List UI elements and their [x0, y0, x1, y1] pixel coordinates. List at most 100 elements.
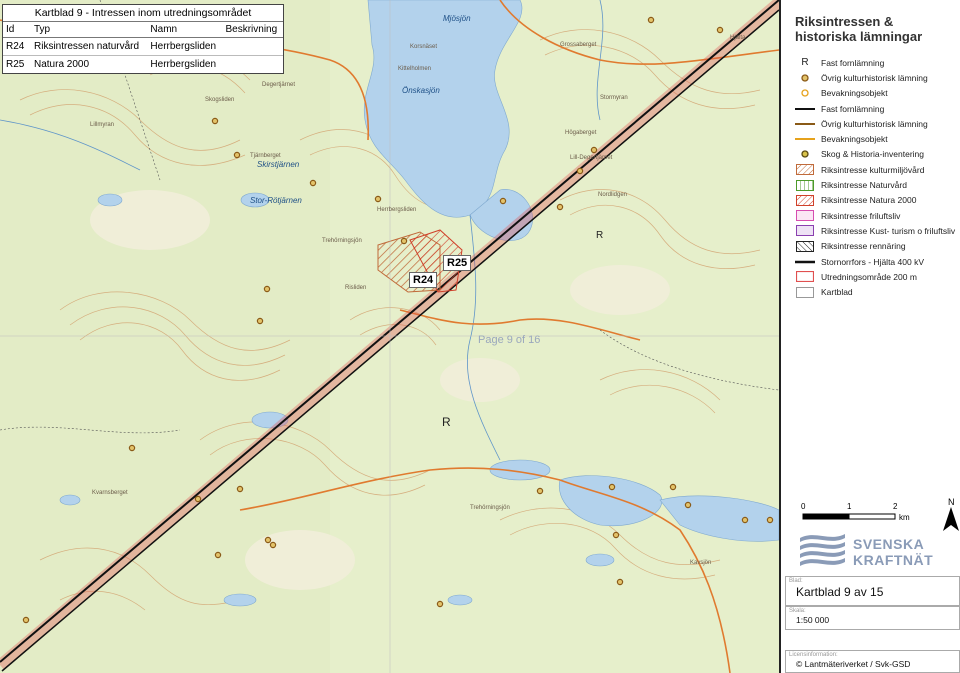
- legend-label: Stornorrfors - Hjälta 400 kV: [821, 256, 924, 267]
- scale-unit: km: [899, 513, 910, 522]
- black-hatch-icon: [795, 240, 815, 252]
- legend-list: R Fast fornlämning Övrig kulturhistorisk…: [795, 55, 960, 300]
- legend-label: Riksintresse friluftsliv: [821, 210, 901, 221]
- area-label-r24[interactable]: R24: [409, 272, 438, 288]
- cell-namn: Herrbergsliden: [147, 37, 223, 56]
- scale-tick-0: 0: [801, 502, 806, 511]
- logo-text-line1: SVENSKA: [853, 536, 925, 552]
- place-label: Tjärnberget: [250, 153, 281, 159]
- cell-beskrivning: [222, 55, 283, 73]
- legend-label: Riksintresse Naturvård: [821, 180, 907, 191]
- svg-text:R: R: [442, 415, 451, 429]
- lake-label: Önskasjön: [402, 86, 440, 95]
- legend-item: Riksintresse Kust- turism o friluftsliv: [795, 223, 960, 238]
- lake-label: Stor-Rötjärnen: [250, 196, 302, 205]
- place-label: Stormyran: [600, 95, 628, 101]
- legend-label: Riksintresse rennäring: [821, 241, 906, 252]
- r-symbol-icon: R: [801, 57, 809, 69]
- legend-item: Utredningsområde 200 m: [795, 269, 960, 284]
- olive-dot-icon: [795, 148, 815, 160]
- north-label: N: [948, 497, 955, 507]
- legend-label: Riksintresse Kust- turism o friluftsliv: [821, 225, 956, 236]
- svenska-kraftnat-logo: SVENSKA KRAFTNÄT: [795, 530, 950, 575]
- brown-hatch-icon: [795, 164, 815, 176]
- col-header-typ: Typ: [31, 22, 148, 38]
- place-label: Lill-Degertjärnet: [570, 155, 613, 161]
- place-label: Kvarnsberget: [92, 490, 128, 496]
- legend-item: Skog & Historia-inventering: [795, 147, 960, 162]
- sheet-block: Blad: Kartblad 9 av 15: [785, 576, 960, 606]
- place-label: Skogsliden: [205, 97, 235, 103]
- scale-value: 1:50 000: [796, 615, 830, 625]
- legend-title-line2: historiska lämningar: [795, 29, 923, 44]
- lake-label: Skirstjärnen: [257, 160, 300, 169]
- map-canvas[interactable]: R R Önskasjön Mjösjön Skirstjärnen Stor-…: [0, 0, 779, 673]
- place-label: Nordlidgen: [598, 192, 628, 198]
- license-value: © Lantmäteriverket / Svk-GSD: [796, 659, 911, 669]
- legend-label: Utredningsområde 200 m: [821, 271, 917, 282]
- legend-item: Fast fornlämning: [795, 101, 960, 116]
- cell-id: R24: [3, 37, 31, 56]
- legend-item: R Fast fornlämning: [795, 55, 960, 70]
- legend-item: Riksintresse rennäring: [795, 239, 960, 254]
- legend-item: Riksintresse Natura 2000: [795, 193, 960, 208]
- area-label-r25[interactable]: R25: [443, 255, 472, 271]
- legend-label: Skog & Historia-inventering: [821, 149, 924, 160]
- purple-box-icon: [795, 225, 815, 237]
- cell-namn: Herrbergsliden: [147, 55, 223, 73]
- table-title: Kartblad 9 - Intressen inom utredningsom…: [3, 5, 283, 22]
- legend-item: Bevakningsobjekt: [795, 131, 960, 146]
- legend-item: Riksintresse friluftsliv: [795, 208, 960, 223]
- powerline-icon: [795, 256, 815, 268]
- scale-tick-1: 1: [847, 502, 852, 511]
- map-sheet: R R Önskasjön Mjösjön Skirstjärnen Stor-…: [0, 0, 960, 673]
- brown-line-icon: [795, 118, 815, 130]
- place-label: Kittelholmen: [398, 66, 432, 72]
- table-row[interactable]: R24 Riksintressen naturvård Herrbergslid…: [3, 37, 283, 56]
- legend-item: Riksintresse Naturvård: [795, 177, 960, 192]
- logo-text-line2: KRAFTNÄT: [853, 552, 934, 568]
- col-header-beskrivning: Beskrivning: [222, 22, 283, 38]
- legend-label: Fast fornlämning: [821, 103, 885, 114]
- legend-item: Stornorrfors - Hjälta 400 kV: [795, 254, 960, 269]
- scale-tick-2: 2: [893, 502, 898, 511]
- cell-id: R25: [3, 55, 31, 73]
- license-block: Licensinformation: © Lantmäteriverket / …: [785, 650, 960, 673]
- logo-waves-icon: [800, 534, 845, 566]
- col-header-id: Id: [3, 22, 31, 38]
- svg-text:R: R: [596, 230, 603, 241]
- legend-label: Riksintresse kulturmiljövård: [821, 164, 925, 175]
- red-box-icon: [795, 271, 815, 283]
- place-label: Korsnäset: [410, 44, 438, 50]
- map-graphics: R R: [0, 0, 779, 673]
- place-label: Grossaberget: [560, 42, 597, 48]
- place-label: Lillmyran: [90, 122, 115, 128]
- orange-line-icon: [795, 133, 815, 145]
- legend-item: Riksintresse kulturmiljövård: [795, 162, 960, 177]
- legend-item: Övrig kulturhistorisk lämning: [795, 116, 960, 131]
- place-label: Trehörningsjön: [470, 505, 510, 511]
- orange-dot-icon: [795, 87, 815, 99]
- table-row[interactable]: R25 Natura 2000 Herrbergsliden: [3, 55, 283, 73]
- cell-typ: Natura 2000: [31, 55, 148, 73]
- legend-label: Riksintresse Natura 2000: [821, 195, 917, 206]
- page-watermark: Page 9 of 16: [478, 334, 541, 346]
- legend-title: Riksintressen & historiska lämningar: [795, 14, 922, 44]
- interest-table: Kartblad 9 - Intressen inom utredningsom…: [2, 4, 284, 74]
- place-label: Kavsjön: [690, 560, 712, 566]
- col-header-namn: Namn: [147, 22, 223, 38]
- license-label: Licensinformation:: [789, 652, 838, 658]
- legend-label: Bevakningsobjekt: [821, 88, 888, 99]
- red-hatch-icon: [795, 194, 815, 206]
- place-label: Högaberget: [565, 130, 597, 136]
- legend-panel: Riksintressen & historiska lämningar R F…: [779, 0, 960, 673]
- legend-title-line1: Riksintressen &: [795, 14, 894, 29]
- place-label: Risliden: [345, 285, 367, 291]
- sheet-value: Kartblad 9 av 15: [796, 585, 884, 599]
- place-label: Hjälta: [730, 35, 746, 41]
- green-hatch-icon: [795, 179, 815, 191]
- black-line-icon: [795, 103, 815, 115]
- legend-item: Bevakningsobjekt: [795, 86, 960, 101]
- place-label: Degertjärnet: [262, 82, 296, 88]
- sheet-label: Blad:: [789, 578, 803, 584]
